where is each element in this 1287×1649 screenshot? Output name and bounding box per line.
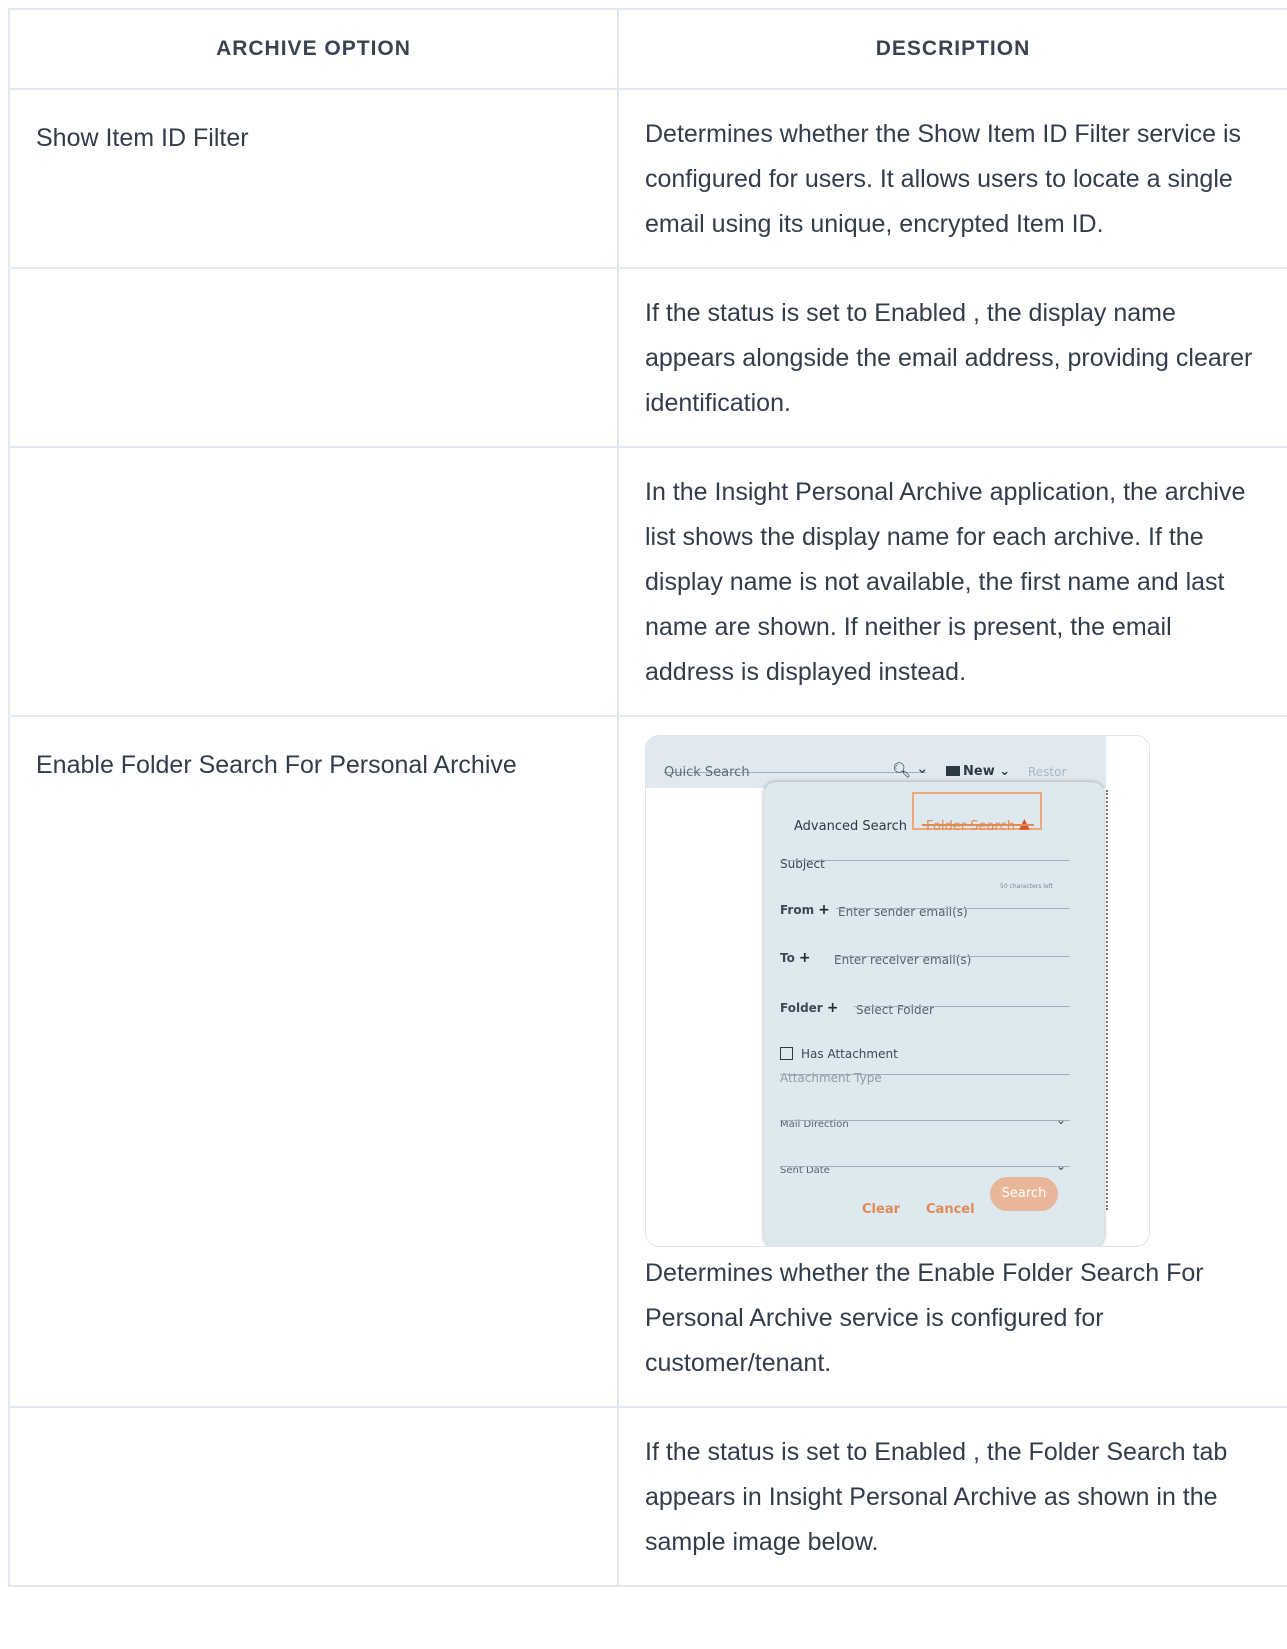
option-cell: Enable Folder Search For Personal Archiv… [8, 715, 619, 1408]
tab-folder-label: Folder Search [926, 819, 1015, 834]
plus-icon: + [798, 950, 811, 966]
divider [780, 1166, 1070, 1167]
active-tab-underline [922, 824, 1034, 826]
table-row: In the Insight Personal Archive applicat… [8, 446, 1287, 717]
table-header-row: ARCHIVE OPTION DESCRIPTION [8, 8, 1287, 90]
plus-icon: + [826, 1000, 839, 1016]
divider [780, 1120, 1070, 1121]
description-text: If the status is set to Enabled , the Fo… [645, 1438, 1228, 1556]
quick-search-input: Quick Search [664, 750, 926, 780]
panel-edge [1106, 790, 1110, 1210]
option-cell [8, 446, 619, 717]
divider [780, 860, 1070, 861]
from-label: From + [780, 888, 830, 933]
mail-direction-select: Mail Direction [780, 1119, 849, 1130]
description-text: Determines whether the Show Item ID Filt… [645, 120, 1242, 238]
divider [780, 1074, 1070, 1075]
description-cell: If the status is set to Enabled , the di… [617, 267, 1287, 448]
table-row: If the status is set to Enabled , the di… [8, 267, 1287, 448]
folder-search-screenshot: Quick Search 🔍︎ ⌄ New ⌄ Restor Advanced … [645, 735, 1150, 1247]
folder-text: Folder [780, 1001, 823, 1015]
folder-label: Folder + [780, 986, 838, 1031]
to-text: To [780, 951, 795, 965]
tab-folder-search: Folder Search ▲ [912, 792, 1042, 834]
table-row: Show Item ID Filter Determines whether t… [8, 88, 1287, 269]
description-text: In the Insight Personal Archive applicat… [645, 478, 1246, 686]
option-cell [8, 1406, 619, 1587]
cancel-button: Cancel [926, 1202, 975, 1217]
folder-field: Select Folder [856, 1003, 934, 1017]
description-text: Determines whether the Enable Folder Sea… [645, 1259, 1204, 1377]
plus-icon: + [818, 902, 830, 918]
search-button: Search [990, 1177, 1058, 1211]
description-text: If the status is set to Enabled , the di… [645, 299, 1253, 417]
to-field: Enter receiver email(s) [834, 953, 972, 967]
option-cell [8, 267, 619, 448]
description-cell: Determines whether the Show Item ID Filt… [617, 88, 1287, 269]
search-panel: Advanced Search Folder Search ▲ Subject … [764, 782, 1104, 1246]
divider [834, 956, 1070, 957]
header-description: DESCRIPTION [617, 8, 1287, 90]
table-row: If the status is set to Enabled , the Fo… [8, 1406, 1287, 1587]
new-label: New [963, 764, 995, 779]
sent-date-select: Sent Date [780, 1165, 830, 1176]
clear-button: Clear [862, 1202, 900, 1217]
toolbar: Quick Search 🔍︎ ⌄ New ⌄ Restor [646, 736, 1106, 788]
table-row: Enable Folder Search For Personal Archiv… [8, 715, 1287, 1408]
divider [854, 1006, 1070, 1007]
chars-left: 50 characters left [1000, 883, 1054, 890]
mail-icon [946, 766, 960, 776]
subject-field: Subject [780, 857, 825, 871]
to-label: To + [780, 936, 811, 981]
attachment-type-field: Attachment Type [780, 1071, 882, 1085]
from-field: Enter sender email(s) [838, 905, 968, 919]
description-cell: In the Insight Personal Archive applicat… [617, 446, 1287, 717]
header-archive-option: ARCHIVE OPTION [8, 8, 619, 90]
description-cell: Quick Search 🔍︎ ⌄ New ⌄ Restor Advanced … [617, 715, 1287, 1408]
archive-options-table: ARCHIVE OPTION DESCRIPTION Show Item ID … [8, 8, 1287, 1587]
option-cell: Show Item ID Filter [8, 88, 619, 269]
divider [836, 908, 1070, 909]
description-cell: If the status is set to Enabled , the Fo… [617, 1406, 1287, 1587]
from-text: From [780, 903, 815, 917]
